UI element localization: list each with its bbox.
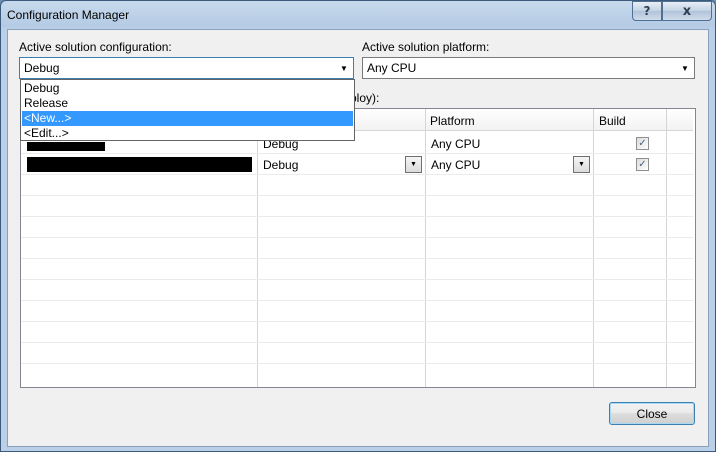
dropdown-option-edit[interactable]: <Edit...> — [22, 126, 353, 141]
column-header-platform[interactable]: Platform — [430, 114, 475, 128]
chevron-down-icon[interactable]: ▼ — [335, 58, 353, 78]
active-config-label: Active solution configuration: — [19, 40, 172, 54]
active-platform-value: Any CPU — [367, 61, 417, 75]
config-dropdown-list[interactable]: Debug Release <New...> <Edit...> — [20, 79, 355, 141]
row2-platform-dropdown[interactable]: ▼ — [573, 156, 590, 173]
window-title: Configuration Manager — [7, 8, 130, 22]
close-icon: x — [682, 3, 692, 19]
row1-platform[interactable]: Any CPU — [431, 137, 480, 151]
window-close-button[interactable]: x — [662, 1, 712, 21]
active-platform-label: Active solution platform: — [362, 40, 490, 54]
help-button[interactable]: ? — [632, 1, 662, 21]
project-contexts-grid: Platform Build Debug Any CPU ✓ Debug ▼ A… — [20, 108, 696, 388]
dropdown-option-new[interactable]: <New...> — [22, 111, 353, 126]
row2-platform[interactable]: Any CPU — [431, 158, 480, 172]
active-config-combo[interactable]: Debug ▼ — [19, 57, 354, 79]
row2-configuration-dropdown[interactable]: ▼ — [405, 156, 422, 173]
active-config-value: Debug — [24, 61, 60, 75]
row1-build-checkbox[interactable]: ✓ — [636, 137, 649, 150]
help-icon: ? — [643, 4, 651, 18]
row2-build-checkbox[interactable]: ✓ — [636, 158, 649, 171]
check-icon: ✓ — [638, 158, 647, 170]
redacted-project-name — [27, 142, 105, 151]
configuration-manager-window: Configuration Manager ? x Active solutio… — [0, 0, 716, 452]
check-icon: ✓ — [638, 137, 647, 149]
active-platform-combo[interactable]: Any CPU ▼ — [362, 57, 695, 79]
title-bar[interactable]: Configuration Manager — [1, 1, 715, 29]
dropdown-option-release[interactable]: Release — [22, 96, 353, 111]
redacted-project-name — [27, 157, 252, 172]
row2-configuration[interactable]: Debug — [263, 158, 298, 172]
chevron-down-icon[interactable]: ▼ — [676, 58, 694, 78]
chevron-down-icon: ▼ — [410, 161, 417, 168]
close-button[interactable]: Close — [609, 402, 695, 425]
close-button-label: Close — [636, 406, 668, 421]
dialog-body: Active solution configuration: Debug ▼ A… — [7, 29, 709, 447]
column-header-build[interactable]: Build — [599, 114, 626, 128]
dropdown-option-debug[interactable]: Debug — [22, 81, 353, 96]
chevron-down-icon: ▼ — [578, 161, 585, 168]
